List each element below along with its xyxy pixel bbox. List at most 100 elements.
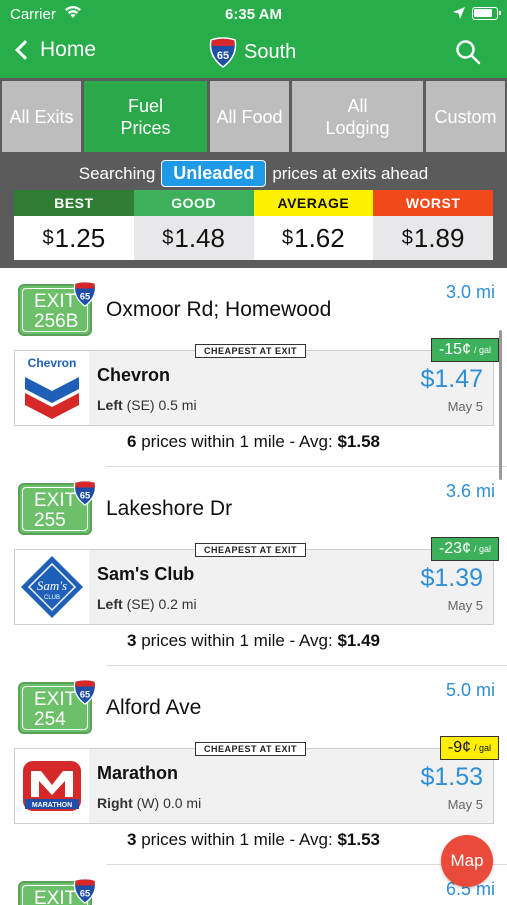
exit-distance: 3.6 mi [445,481,495,501]
savings-unit: / gal [473,743,491,753]
exit-sign: EXIT 255 65 [18,480,97,535]
scroll-indicator[interactable] [499,330,502,480]
summary-text: prices within 1 mile - Avg: [141,830,333,849]
savings-unit: / gal [473,544,491,554]
dollar-sign: $ [42,226,54,249]
station-side-detail: (W) 0.0 mi [136,795,202,811]
savings-amount: -15¢ [438,341,471,358]
tab-all-lodging[interactable]: All Lodging [292,81,423,152]
price-worst-label: WORST [373,190,493,216]
dollar-sign: $ [282,226,294,249]
location-arrow-icon [453,7,465,19]
tab-custom[interactable]: Custom [426,81,505,152]
svg-text:Sam's: Sam's [37,578,67,593]
interstate-shield-icon: 65 [209,37,237,68]
route-number: 65 [80,490,90,500]
chevron-logo-icon: Chevron [15,351,89,425]
price-good-value: 1.48 [174,222,225,253]
station-side-detail: (SE) 0.5 mi [126,397,197,413]
price-best: BEST $1.25 [14,190,134,260]
search-suffix: prices at exits ahead [272,163,429,183]
summary-average: $1.53 [337,830,380,849]
savings-amount: -23¢ [438,540,471,557]
station-card[interactable]: Chevron Chevron Left (SE) 0.5 mi $1.47 M… [14,338,499,426]
category-tabs: All Exits Fuel Prices All Food All Lodgi… [0,78,507,154]
price-best-value-box: $1.25 [14,216,134,260]
station-direction: Left (SE) 0.5 mi [97,397,197,413]
exit-price-summary: 3 prices within 1 mile - Avg: $1.49 [0,631,507,651]
summary-text: prices within 1 mile - Avg: [141,432,333,451]
exit-distance: 5.0 mi [445,680,495,700]
station-brand: Sam's Club [97,564,195,584]
price-average: AVERAGE $1.62 [253,190,374,260]
back-button[interactable]: Home [14,38,96,62]
status-time: 6:35 AM [225,6,282,23]
station-brand: Marathon [97,763,178,783]
interstate-shield-icon: 65 [73,480,97,506]
search-icon[interactable] [455,39,481,65]
svg-text:Chevron: Chevron [28,356,77,370]
marathon-logo-icon: MARATHON [15,749,89,823]
exit-sign: EXIT 254 65 [18,679,97,734]
tab-fuel-prices[interactable]: Fuel Prices [84,81,207,152]
route-number: 65 [80,888,90,898]
station-price-date: May 5 [447,797,483,812]
tab-all-food[interactable]: All Food [210,81,289,152]
station-brand: Chevron [97,365,171,385]
battery-icon [472,7,501,20]
exit-row[interactable]: EXIT 256B 65 Oxmoor Rd; Homewood 3.0 mi … [0,268,507,467]
exit-row[interactable]: EXIT 255 65 Lakeshore Dr 3.6 mi Sam's CL… [0,467,507,666]
summary-count: 3 [127,830,137,849]
station-card[interactable]: Sam's CLUB Sam's Club Left (SE) 0.2 mi $… [14,537,499,625]
route-number: 65 [217,50,229,62]
dollar-sign: $ [162,226,174,249]
station-price: $1.53 [420,763,483,791]
price-average-label: AVERAGE [253,190,374,216]
cheapest-badge: CHEAPEST AT EXIT [195,344,307,358]
summary-average: $1.58 [337,432,380,451]
savings-unit: / gal [473,345,491,355]
station-card[interactable]: MARATHON Marathon Right (W) 0.0 mi $1.53… [14,736,499,824]
station-side: Right [97,795,133,811]
station-side: Left [97,397,123,413]
nav-bar: Home 65 South [0,28,507,78]
summary-count: 3 [127,631,137,650]
fuel-type-selector[interactable]: Unleaded [161,160,267,187]
route-number: 65 [80,689,90,699]
exit-name: Lakeshore Dr [106,497,233,520]
price-average-value: 1.62 [294,222,345,253]
search-prefix: Searching [78,163,156,183]
cheapest-badge: CHEAPEST AT EXIT [195,543,307,557]
route-number: 65 [80,291,90,301]
exit-sign: EXIT 256B 65 [18,281,97,336]
summary-count: 6 [127,432,137,451]
tab-all-exits[interactable]: All Exits [2,81,81,152]
station-side-detail: (SE) 0.2 mi [126,596,197,612]
direction-label: South [244,40,297,63]
exit-row[interactable]: EXIT 65 6.5 mi [0,865,507,905]
map-button[interactable]: Map [441,835,493,887]
savings-badge: -23¢ / gal [430,537,499,561]
price-search-panel: Searching Unleaded prices at exits ahead… [0,154,507,268]
chevron-left-icon [15,40,35,60]
svg-text:CLUB: CLUB [44,595,60,601]
station-price-date: May 5 [447,598,483,613]
exit-price-summary: 6 prices within 1 mile - Avg: $1.58 [0,432,507,452]
exit-price-summary: 3 prices within 1 mile - Avg: $1.53 [0,830,507,850]
price-worst-value: 1.89 [413,222,465,253]
svg-text:MARATHON: MARATHON [32,802,72,809]
price-summary-grid: BEST $1.25 GOOD $1.48 AVERAGE $1.62 WORS… [14,190,493,260]
station-price: $1.39 [420,564,483,592]
price-good-label: GOOD [133,190,254,216]
price-good-value-box: $1.48 [133,216,254,260]
interstate-shield-icon: 65 [73,679,97,705]
back-label: Home [40,38,97,61]
search-description: Searching Unleaded prices at exits ahead [0,160,507,187]
exit-row[interactable]: EXIT 254 65 Alford Ave 5.0 mi MARATHON M… [0,666,507,865]
station-direction: Right (W) 0.0 mi [97,795,201,811]
status-bar: Carrier 6:35 AM [0,0,507,28]
price-worst-value-box: $1.89 [373,216,493,260]
summary-text: prices within 1 mile - Avg: [141,631,333,650]
exit-distance: 3.0 mi [445,282,495,302]
savings-badge: -9¢ / gal [439,736,499,760]
